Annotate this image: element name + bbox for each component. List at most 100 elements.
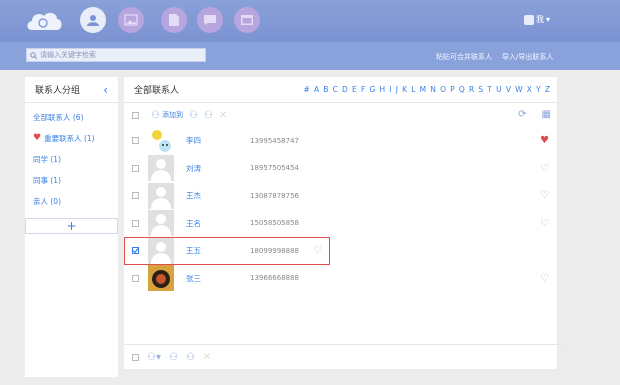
add-contact-icon[interactable]: ⚇▾: [147, 352, 161, 363]
sidebar-title: 联系人分组: [35, 86, 81, 96]
select-all-checkbox-bottom[interactable]: [132, 353, 139, 361]
nav-contacts-button[interactable]: [80, 7, 106, 33]
group-item-important[interactable]: ♥ 重要联系人 (1): [25, 128, 118, 149]
list-toolbar: ⚇ 添加到 ⚇ ⚇ ✕ ⟳ ▦: [124, 103, 557, 127]
heart-outline-icon[interactable]: ♡: [540, 218, 549, 229]
contact-phone: 18099998888: [250, 246, 299, 255]
heart-outline-icon[interactable]: ♡: [540, 190, 549, 201]
contact-name[interactable]: 李四: [186, 135, 201, 146]
row-checkbox[interactable]: [132, 247, 139, 255]
row-checkbox[interactable]: [132, 192, 139, 200]
alpha-index-letter[interactable]: W: [515, 85, 522, 94]
clear-icon[interactable]: ✕: [203, 352, 211, 363]
add-group-label: +: [66, 219, 77, 233]
table-row[interactable]: 王名 15058505858 ♡: [124, 210, 557, 238]
user-label: 我: [535, 15, 544, 24]
select-all-checkbox[interactable]: [132, 111, 139, 119]
contact-name[interactable]: 王名: [186, 218, 201, 229]
alpha-index-letter[interactable]: N: [430, 85, 436, 94]
alpha-index-letter[interactable]: F: [361, 85, 365, 94]
row-checkbox[interactable]: [132, 219, 139, 227]
move-contact-icon[interactable]: ⚇: [189, 110, 198, 121]
sidebar-header: 联系人分组 ‹: [25, 77, 118, 103]
table-row[interactable]: 王五 18099998888 ♡: [124, 237, 330, 265]
alpha-index-letter[interactable]: U: [496, 85, 502, 94]
alpha-index-letter[interactable]: M: [420, 85, 426, 94]
table-row[interactable]: 张三 13966668888 ♡: [124, 265, 557, 293]
alpha-index-letter[interactable]: J: [396, 85, 398, 94]
alpha-index-letter[interactable]: A: [314, 85, 319, 94]
alpha-index-letter[interactable]: V: [506, 85, 511, 94]
contact-name[interactable]: 王杰: [186, 190, 201, 201]
alpha-index-letter[interactable]: C: [333, 85, 338, 94]
row-checkbox[interactable]: [132, 137, 139, 145]
heart-outline-icon[interactable]: ♡: [540, 163, 549, 174]
grid-view-icon[interactable]: ▦: [542, 109, 551, 120]
panel-title: 全部联系人: [134, 86, 180, 96]
alpha-index-letter[interactable]: O: [440, 85, 446, 94]
alpha-index-letter[interactable]: S: [478, 85, 483, 94]
heart-filled-icon[interactable]: ♥: [540, 135, 549, 146]
group-item-family[interactable]: 亲人 (0): [25, 191, 118, 212]
collapse-chevron-icon[interactable]: ‹: [103, 84, 108, 96]
user-menu[interactable]: 我 ▾: [523, 14, 550, 25]
import-export-link[interactable]: 导入/导出联系人: [502, 52, 553, 62]
contacts-icon: [87, 15, 99, 26]
contact-name[interactable]: 王五: [186, 245, 201, 256]
row-checkbox[interactable]: [132, 274, 139, 282]
table-row[interactable]: 刘涛 18957505454 ♡: [124, 155, 557, 183]
remove-contact-icon[interactable]: ⚇: [186, 352, 195, 363]
group-label: 同事 (1): [33, 176, 62, 185]
alpha-index-letter[interactable]: T: [487, 85, 492, 94]
contact-phone: 13995458747: [250, 136, 299, 145]
move-contact-icon[interactable]: ⚇: [169, 352, 178, 363]
contact-avatar: [148, 155, 174, 182]
alpha-index-letter[interactable]: B: [323, 85, 328, 94]
alpha-index-letter[interactable]: E: [352, 85, 357, 94]
table-row[interactable]: 王杰 13087878756 ♡: [124, 182, 557, 210]
contact-avatar: [148, 210, 174, 237]
avatar: [523, 14, 534, 25]
heart-outline-icon[interactable]: ♡: [313, 245, 322, 256]
contact-name[interactable]: 刘涛: [186, 163, 201, 174]
group-label: 同学 (1): [33, 155, 62, 164]
alpha-index-letter[interactable]: H: [379, 85, 385, 94]
contact-list: 李四 13995458747 ♥ 刘涛 18957505454 ♡ 王杰 1308787875…: [124, 127, 557, 292]
nav-calendar-button[interactable]: [234, 7, 260, 33]
table-row[interactable]: 李四 13995458747 ♥: [124, 127, 557, 155]
add-group-button[interactable]: +: [25, 218, 118, 234]
remove-contact-icon[interactable]: ⚇: [204, 110, 213, 121]
group-item-colleagues[interactable]: 同事 (1): [25, 170, 118, 191]
alpha-index-letter[interactable]: Q: [459, 85, 465, 94]
merge-contacts-link[interactable]: 粘贴可合并联系人: [436, 52, 492, 62]
contact-avatar: [148, 265, 174, 292]
alpha-index-letter[interactable]: R: [469, 85, 474, 94]
row-checkbox[interactable]: [132, 164, 139, 172]
alpha-index-letter[interactable]: Z: [545, 85, 550, 94]
alpha-index-letter[interactable]: K: [402, 85, 407, 94]
alpha-index-letter[interactable]: X: [527, 85, 532, 94]
nav-images-button[interactable]: [118, 7, 144, 33]
alpha-index-letter[interactable]: #: [303, 85, 309, 94]
alpha-index-letter[interactable]: G: [369, 85, 375, 94]
group-label: 全部联系人 (6): [33, 113, 84, 122]
heart-outline-icon[interactable]: ♡: [540, 273, 549, 284]
add-to-group-button[interactable]: ⚇ 添加到: [151, 110, 183, 121]
alpha-index-letter[interactable]: D: [342, 85, 348, 94]
alpha-index-letter[interactable]: P: [450, 85, 455, 94]
search-input[interactable]: 请输入关键字检索: [26, 48, 206, 62]
alpha-index-letter[interactable]: Y: [536, 85, 541, 94]
contact-avatar: [148, 127, 174, 154]
group-item-all[interactable]: 全部联系人 (6): [25, 107, 118, 128]
photo-avatar-icon: [148, 265, 174, 292]
alpha-index-letter[interactable]: L: [411, 85, 415, 94]
contacts-panel: 全部联系人 # A B C D E F G H I J K L M N O P Q R S T U V W X Y Z ⚇ 添加到 …: [124, 77, 565, 369]
alpha-index-letter[interactable]: I: [389, 85, 391, 94]
clear-icon[interactable]: ✕: [219, 110, 227, 121]
nav-documents-button[interactable]: [161, 7, 187, 33]
add-contact-icon: ⚇: [151, 109, 160, 121]
group-item-classmates[interactable]: 同学 (1): [25, 149, 118, 170]
contact-name[interactable]: 张三: [186, 273, 201, 284]
nav-messages-button[interactable]: [197, 7, 223, 33]
refresh-icon[interactable]: ⟳: [518, 109, 526, 120]
